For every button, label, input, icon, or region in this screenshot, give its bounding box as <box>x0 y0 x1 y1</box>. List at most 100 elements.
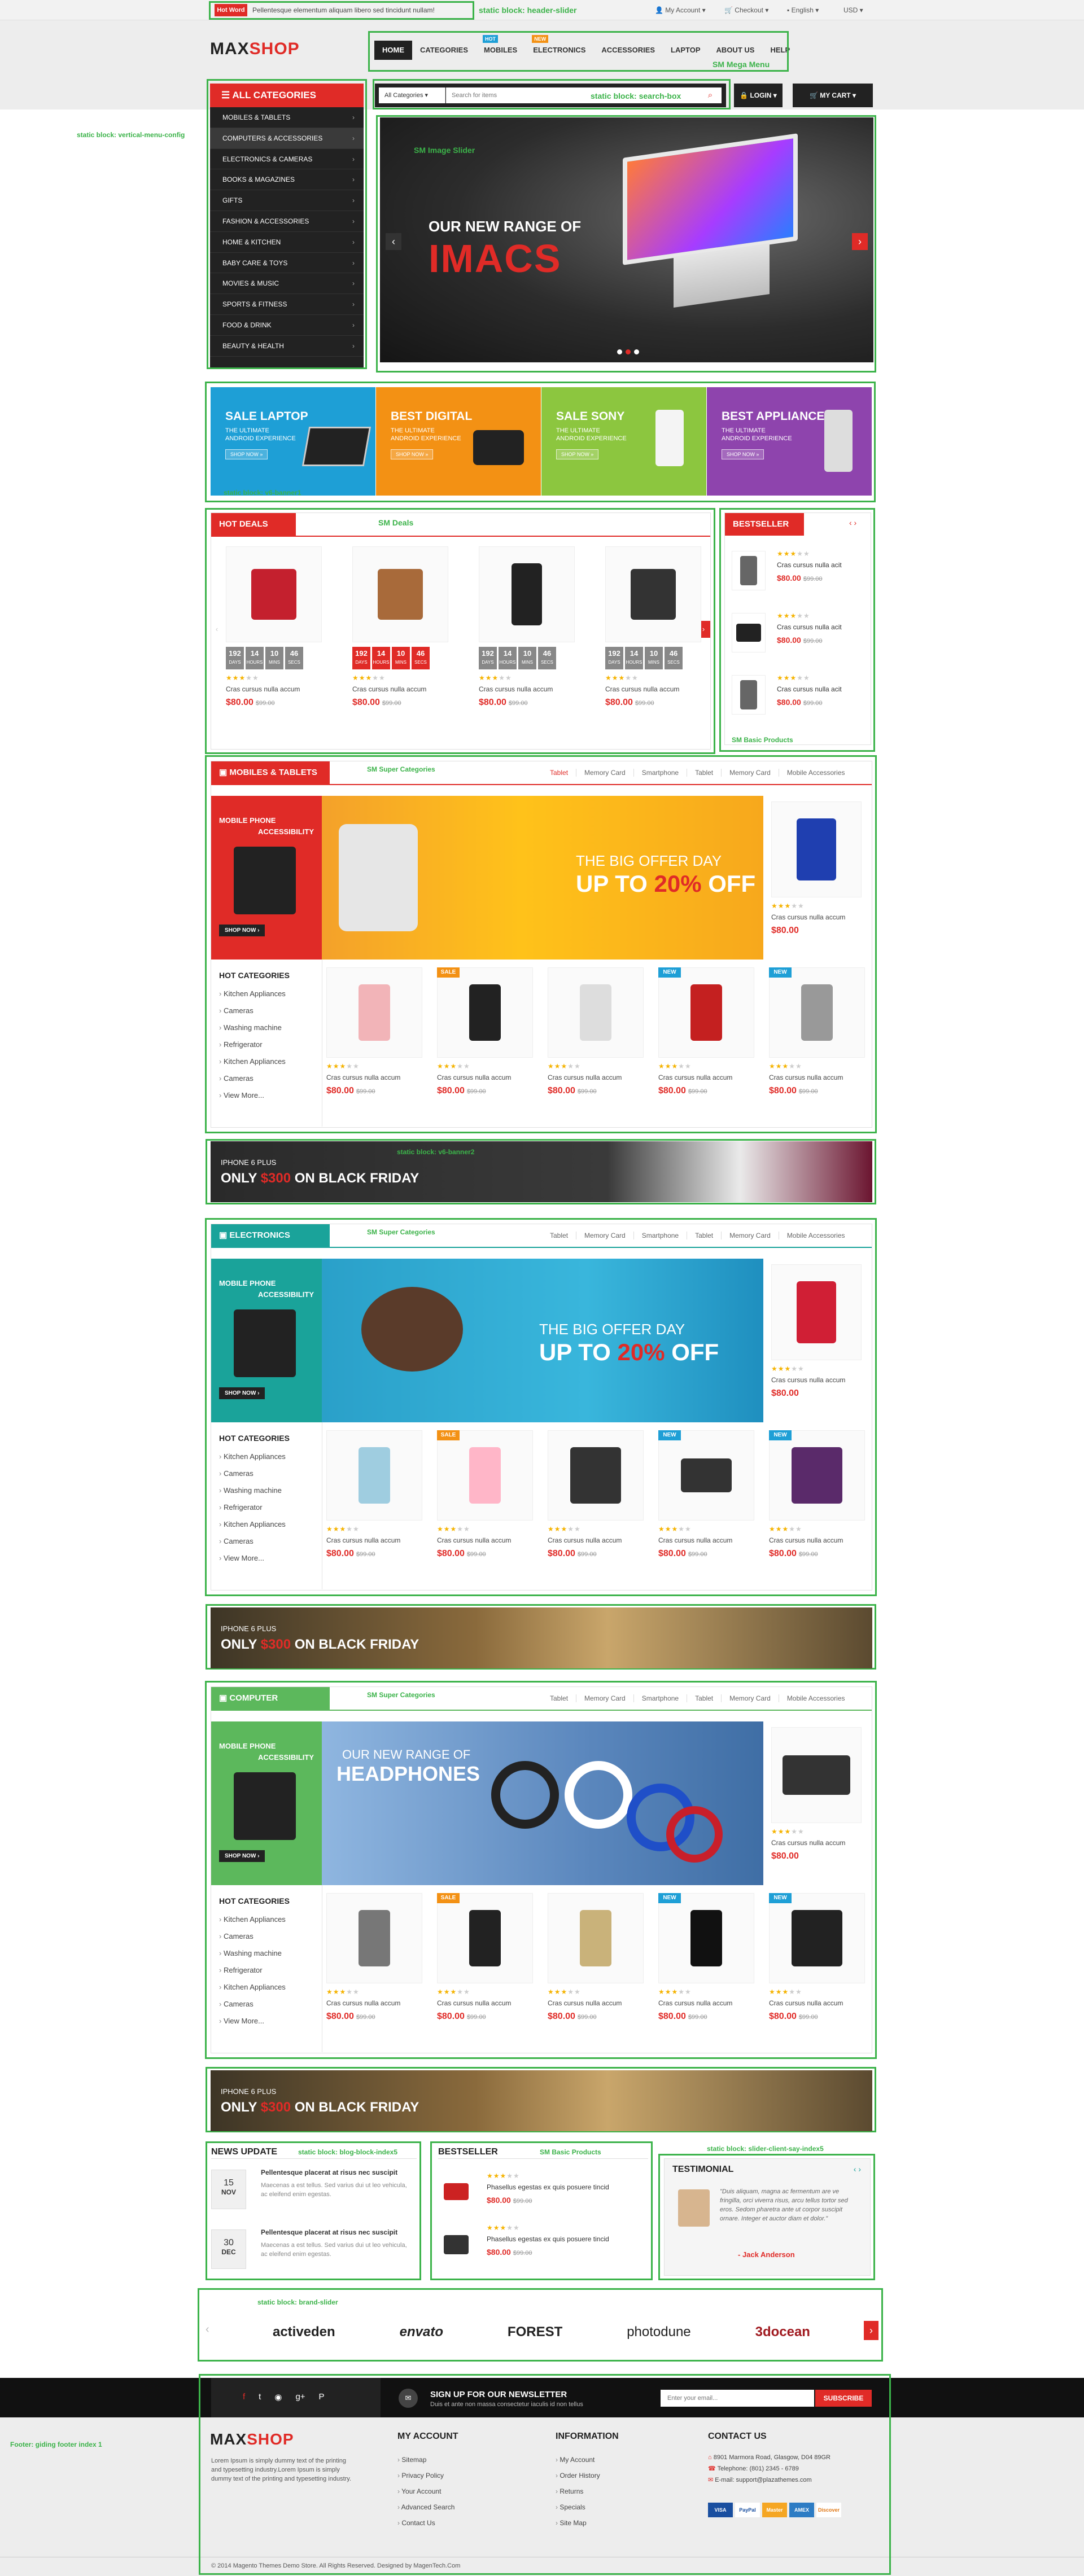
promo-banner-2[interactable]: IPHONE 6 PLUS ONLY $300 ON BLACK FRIDAY <box>211 1607 872 1668</box>
product-image[interactable] <box>769 1893 865 1983</box>
footer-link[interactable]: Site Map <box>556 2515 619 2531</box>
product-image[interactable] <box>326 1893 422 1983</box>
news-post[interactable]: 30 DEC Pellentesque placerat at risus nec … <box>211 2227 417 2281</box>
product-card[interactable]: ★★★★★ Cras cursus nulla accum $80.00 $99.00 <box>548 1430 644 1559</box>
rss-icon[interactable]: ◉ <box>274 2392 282 2402</box>
footer-link[interactable]: Privacy Policy <box>397 2468 458 2483</box>
footer-link[interactable]: Contact Us <box>397 2515 458 2531</box>
product-name[interactable]: Phasellus egestas ex quis posuere tincid <box>487 2183 609 2191</box>
brand-logo[interactable]: activeden <box>273 2324 335 2340</box>
product-name[interactable]: Cras cursus nulla accum <box>352 685 448 693</box>
hot-category-link[interactable]: Kitchen Appliances <box>219 1053 290 1070</box>
product-image[interactable] <box>479 546 575 642</box>
login-button[interactable]: 🔒 LOGIN ▾ <box>734 84 783 107</box>
product-image[interactable] <box>437 967 533 1058</box>
bestseller-item[interactable]: ★★★★★ Phasellus egestas ex quis posuere t… <box>438 2224 648 2271</box>
nav-categories[interactable]: CATEGORIES <box>412 41 476 60</box>
category-banner[interactable]: THE BIG OFFER DAY UP TO 20% OFF <box>322 1259 763 1422</box>
product-name[interactable]: Cras cursus nulla accum <box>326 1536 422 1544</box>
hot-category-link[interactable]: Refrigerator <box>219 1962 290 1979</box>
product-card[interactable]: NEW ★★★★★ Cras cursus nulla accum $80.00 $99… <box>769 1430 865 1559</box>
bestseller-item[interactable]: ★★★★★ Cras cursus nulla acit $80.00 $99.0… <box>732 672 867 722</box>
subtab[interactable]: Memory Card <box>576 1232 633 1239</box>
product-name[interactable]: Cras cursus nulla accum <box>658 1999 754 2007</box>
shop-now-button[interactable]: SHOP NOW › <box>219 1387 265 1399</box>
nav-home[interactable]: HOME <box>374 41 412 60</box>
shop-now-button[interactable]: SHOP NOW › <box>219 1850 265 1862</box>
subtab[interactable]: Tablet <box>687 769 721 777</box>
subtab[interactable]: Smartphone <box>633 1694 687 1702</box>
category-item[interactable]: SPORTS & FITNESS <box>210 294 364 315</box>
product-name[interactable]: Cras cursus nulla accum <box>326 1074 422 1081</box>
google-plus-icon[interactable]: g+ <box>295 2392 305 2402</box>
subtab[interactable]: Smartphone <box>633 769 687 777</box>
product-card[interactable]: ★★★★★ Cras cursus nulla accum $80.00 $99.00 <box>548 1893 644 2022</box>
product-name[interactable]: Cras cursus nulla accum <box>658 1074 754 1081</box>
shop-now-button[interactable]: SHOP NOW › <box>219 925 265 936</box>
product-image[interactable] <box>444 2235 469 2254</box>
news-post-title[interactable]: Pellentesque placerat at risus nec susci… <box>261 2168 413 2176</box>
product-image[interactable] <box>437 1893 533 1983</box>
subtab[interactable]: Memory Card <box>721 1232 779 1239</box>
newsletter-email-input[interactable] <box>661 2390 814 2407</box>
nav-about-us[interactable]: ABOUT US <box>709 41 763 60</box>
promo-banner-3[interactable]: IPHONE 6 PLUS ONLY $300 ON BLACK FRIDAY <box>211 2070 872 2131</box>
hot-category-link[interactable]: Cameras <box>219 1996 290 2013</box>
bestseller-item[interactable]: ★★★★★ Cras cursus nulla acit $80.00 $99.0… <box>732 610 867 660</box>
product-card[interactable]: SALE ★★★★★ Cras cursus nulla accum $80.00 $9… <box>437 967 533 1096</box>
nav-mobiles[interactable]: HOT MOBILES <box>476 35 525 60</box>
bestseller-item[interactable]: ★★★★★ Cras cursus nulla acit $80.00 $99.0… <box>732 547 867 598</box>
subtab[interactable]: Tablet <box>542 769 576 777</box>
category-banner[interactable]: THE BIG OFFER DAY UP TO 20% OFF <box>322 796 763 960</box>
product-image[interactable] <box>771 1727 862 1823</box>
product-image[interactable] <box>769 967 865 1058</box>
product-card[interactable]: 192 DAYS 14 HOURS 10 MINS 46 SECS ★★★★★ Cras curs… <box>605 546 701 708</box>
product-image[interactable] <box>732 613 766 652</box>
hot-category-link[interactable]: Kitchen Appliances <box>219 1911 290 1928</box>
product-image[interactable] <box>771 801 862 897</box>
hot-category-link[interactable]: Refrigerator <box>219 1036 290 1053</box>
product-card[interactable]: NEW ★★★★★ Cras cursus nulla accum $80.00 $99… <box>769 1893 865 2022</box>
hot-category-link[interactable]: Cameras <box>219 1465 290 1482</box>
product-card[interactable]: ★★★★★ Cras cursus nulla accum $80.00 $99.00 <box>326 967 422 1096</box>
product-name[interactable]: Cras cursus nulla accum <box>437 1074 533 1081</box>
product-name[interactable]: Cras cursus nulla accum <box>437 1536 533 1544</box>
banner-sale-laptop[interactable]: SALE LAPTOP THE ULTIMATE ANDROID EXPERIENC… <box>211 387 375 496</box>
hot-category-link[interactable]: Refrigerator <box>219 1499 290 1516</box>
slider-dot[interactable] <box>634 349 639 354</box>
product-card[interactable]: NEW ★★★★★ Cras cursus nulla accum $80.00 $99… <box>658 1430 754 1559</box>
product-card[interactable]: ★★★★★ Cras cursus nulla accum $80.00 $99.00 <box>326 1430 422 1559</box>
product-name[interactable]: Cras cursus nulla accum <box>769 1536 865 1544</box>
footer-link[interactable]: My Account <box>556 2452 619 2468</box>
product-name[interactable]: Cras cursus nulla accum <box>769 1999 865 2007</box>
footer-link[interactable]: Order History <box>556 2468 619 2483</box>
product-card[interactable]: ★★★★★ Cras cursus nulla accum $80.00 $99.00 <box>326 1893 422 2022</box>
pinterest-icon[interactable]: P <box>319 2392 325 2402</box>
brand-logo[interactable]: 3docean <box>755 2324 810 2340</box>
product-name[interactable]: Cras cursus nulla accum <box>437 1999 533 2007</box>
brand-logo[interactable]: FOREST <box>508 2324 562 2340</box>
product-card[interactable]: 192 DAYS 14 HOURS 10 MINS 46 SECS ★★★★★ Cras curs… <box>352 546 448 708</box>
subtab[interactable]: Tablet <box>542 1232 576 1239</box>
footer-link[interactable]: Your Account <box>397 2483 458 2499</box>
product-image[interactable] <box>548 1430 644 1521</box>
subtab[interactable]: Tablet <box>687 1694 721 1702</box>
category-item[interactable]: ELECTRONICS & CAMERAS <box>210 149 364 170</box>
testimonial-nav-arrows[interactable]: ‹ › <box>854 2165 861 2174</box>
subtab[interactable]: Tablet <box>687 1232 721 1239</box>
product-image[interactable] <box>771 1264 862 1360</box>
category-promo[interactable]: MOBILE PHONE ACCESSIBILITY SHOP NOW › <box>211 796 322 960</box>
search-button[interactable]: ⌕ <box>699 87 722 103</box>
subtab[interactable]: Memory Card <box>576 769 633 777</box>
product-name[interactable]: Cras cursus nulla accum <box>548 1074 644 1081</box>
bestseller-item[interactable]: ★★★★★ Phasellus egestas ex quis posuere t… <box>438 2172 648 2219</box>
all-categories-toggle[interactable]: ☰ ALL CATEGORIES <box>210 84 364 107</box>
category-item[interactable]: FOOD & DRINK <box>210 315 364 336</box>
product-name[interactable]: Cras cursus nulla accum <box>771 913 862 921</box>
bestseller-nav-arrows[interactable]: ‹ › <box>849 518 856 527</box>
product-name[interactable]: Cras cursus nulla accum <box>658 1536 754 1544</box>
product-name[interactable]: Cras cursus nulla acit <box>777 561 842 569</box>
product-name[interactable]: Cras cursus nulla accum <box>226 685 322 693</box>
category-item[interactable]: COMPUTERS & ACCESSORIES <box>210 128 364 149</box>
my-cart-button[interactable]: 🛒 MY CART ▾ <box>793 84 873 107</box>
